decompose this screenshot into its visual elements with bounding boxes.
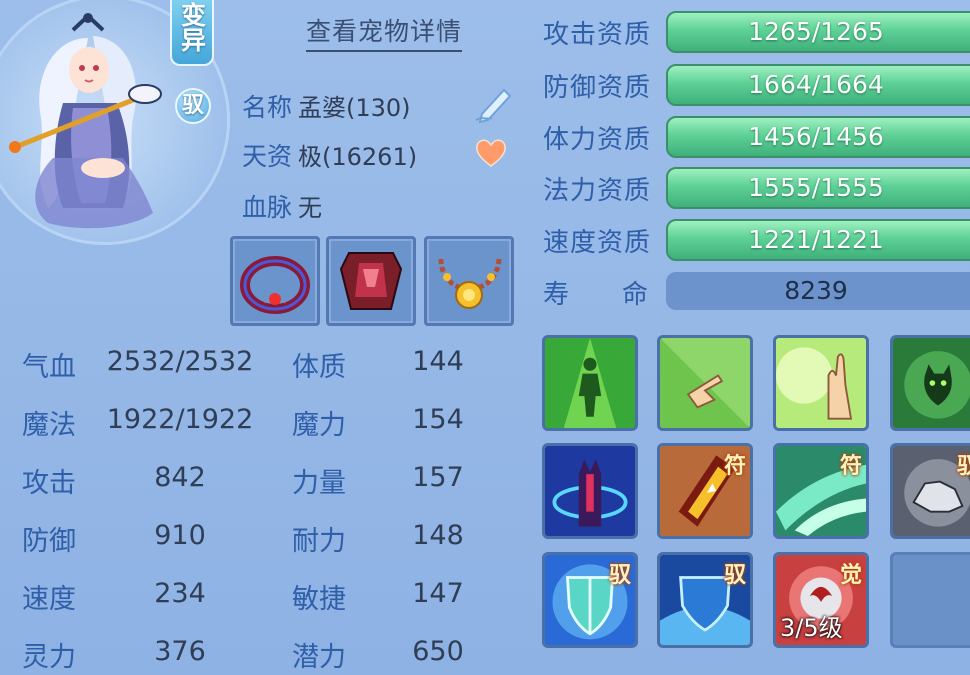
view-pet-details-link[interactable]: 查看宠物详情	[306, 12, 463, 52]
stat-defense-value: 910	[154, 520, 206, 551]
attr-constitution-label: 体质	[292, 352, 346, 383]
skill-slot-9[interactable]: 驭	[542, 552, 638, 648]
lifespan-label-b: 命	[622, 280, 650, 310]
tamed-badge-label: 驭	[181, 93, 204, 118]
stat-spirit-value: 376	[154, 636, 206, 667]
aptitude-speed-bar: 1221/1221	[666, 219, 970, 261]
gold-necklace-icon	[438, 258, 502, 309]
pet-talent-row: 天资 极(16261)	[242, 137, 417, 173]
palm-light-icon	[776, 338, 866, 428]
skill-slot-4[interactable]	[890, 335, 970, 431]
lifespan-label-a: 寿	[543, 280, 571, 310]
skill-9-badge: 驭	[608, 563, 631, 588]
skill-slot-1[interactable]	[542, 335, 638, 431]
skill-slot-3[interactable]	[773, 335, 869, 431]
attr-endurance-value: 148	[412, 520, 464, 551]
equipment-slot-necklace[interactable]	[424, 236, 514, 326]
attr-endurance-label: 耐力	[292, 526, 346, 557]
attr-strength-label: 力量	[292, 468, 346, 499]
spirit-cat-icon	[893, 338, 970, 428]
skill-8-badge: 驭	[957, 448, 970, 480]
variant-tag-label: 变异	[177, 2, 207, 52]
stat-speed-value: 234	[154, 578, 206, 609]
skill-11-badge: 觉	[839, 563, 862, 588]
skill-slot-7[interactable]: 符	[773, 443, 869, 539]
lifespan-bar: 8239	[666, 272, 970, 310]
stat-defense-label: 防御	[22, 526, 76, 557]
stat-spirit-label: 灵力	[22, 642, 76, 673]
skill-6-badge: 符	[723, 454, 746, 479]
skill-slot-12-empty[interactable]	[890, 552, 970, 648]
attr-constitution-value: 144	[412, 346, 464, 377]
attr-potential-value: 650	[412, 636, 464, 667]
aptitude-attack-bar: 1265/1265	[666, 11, 970, 53]
skill-11-level: 3/5级	[780, 614, 843, 642]
skill-slot-8[interactable]: 驭	[890, 443, 970, 539]
skill-slot-11[interactable]: 觉 3/5级	[773, 552, 869, 648]
attr-agility-label: 敏捷	[292, 584, 346, 615]
aptitude-defense-bar: 1664/1664	[666, 64, 970, 106]
pet-bloodline-value: 无	[298, 194, 323, 222]
pet-name-label: 名称	[242, 93, 293, 122]
red-armor-icon	[339, 252, 403, 310]
pet-talent-value: 极(16261)	[298, 143, 418, 171]
attr-magic-label: 魔力	[292, 410, 346, 441]
variant-tag: 变异	[170, 0, 214, 66]
skill-slot-2[interactable]	[657, 335, 753, 431]
stat-mp-value: 1922/1922	[106, 404, 254, 435]
skill-7-badge: 符	[839, 454, 862, 479]
stat-hp-label: 气血	[22, 352, 76, 383]
pet-talent-label: 天资	[242, 142, 293, 171]
aptitude-attack-label: 攻击资质	[543, 20, 652, 50]
pet-figure-image	[9, 13, 162, 229]
stat-attack-value: 842	[154, 462, 206, 493]
pet-bloodline-row: 血脉无	[242, 188, 322, 224]
attr-potential-label: 潜力	[292, 642, 346, 673]
shadow-hand-icon	[545, 446, 635, 536]
aptitude-defense-label: 防御资质	[543, 73, 652, 103]
skill-10-badge: 驭	[723, 563, 746, 588]
aptitude-speed-label: 速度资质	[543, 228, 652, 258]
aptitude-mana-label: 法力资质	[543, 176, 652, 206]
figure-aura-icon	[545, 338, 635, 428]
skill-slot-5[interactable]	[542, 443, 638, 539]
pet-name-value: 孟婆(130)	[298, 94, 411, 122]
skill-slot-10[interactable]: 驭	[657, 552, 753, 648]
aptitude-stamina-bar: 1456/1456	[666, 116, 970, 158]
attr-agility-value: 147	[412, 578, 464, 609]
edit-name-icon[interactable]	[472, 80, 518, 124]
pet-info-panel: 变异 驭 查看宠物详情 名称 孟婆(130) 天资 极(16261) 血脉无 气…	[0, 0, 970, 675]
pet-name-row: 名称 孟婆(130)	[242, 88, 411, 124]
tamed-badge: 驭	[175, 88, 211, 124]
stat-mp-label: 魔法	[22, 410, 76, 441]
stat-hp-value: 2532/2532	[106, 346, 254, 377]
lifespan-label: 寿命	[543, 274, 649, 311]
aptitude-stamina-label: 体力资质	[543, 125, 652, 155]
equipment-slot-armor[interactable]	[326, 236, 416, 326]
stat-attack-label: 攻击	[22, 468, 76, 499]
stat-speed-label: 速度	[22, 584, 76, 615]
pointing-hand-icon	[660, 338, 750, 428]
attr-strength-value: 157	[412, 462, 464, 493]
flame-collar-icon	[240, 256, 310, 314]
pet-bloodline-label: 血脉	[242, 193, 293, 222]
aptitude-mana-bar: 1555/1555	[666, 167, 970, 209]
skill-slot-6[interactable]: 符	[657, 443, 753, 539]
attr-magic-value: 154	[412, 404, 464, 435]
equipment-slot-collar[interactable]	[230, 236, 320, 326]
favorite-heart-icon[interactable]	[474, 136, 508, 170]
